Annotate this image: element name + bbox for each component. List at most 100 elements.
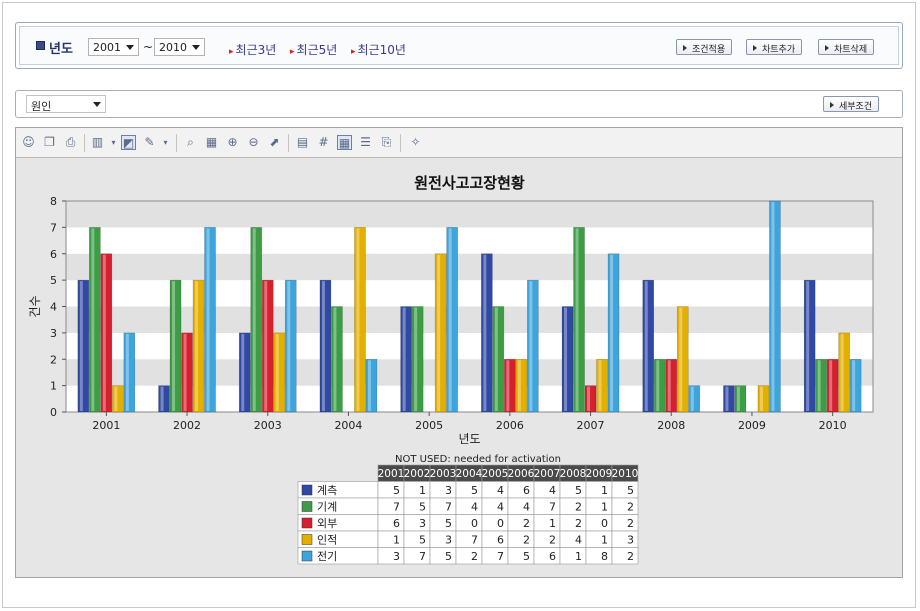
dropdown-arrow-icon[interactable]: ▾: [158, 135, 173, 150]
bar-highlight: [610, 254, 614, 411]
bar: [642, 279, 655, 413]
table-header-label: 2006: [508, 468, 535, 480]
magic-wand-icon[interactable]: ✧: [408, 135, 423, 150]
split-horizontal-icon[interactable]: ⊕: [225, 135, 240, 150]
recent-3y-label: 최근3년: [235, 43, 277, 57]
sub-filter-panel: 원인 세부조건: [15, 90, 903, 118]
export-icon[interactable]: ⬈: [267, 135, 282, 150]
legend-swatch: [301, 550, 313, 562]
recent-5y-link[interactable]: ▸ 최근5년: [290, 41, 337, 58]
table-cell: [377, 497, 405, 515]
x-tick-label: 2007: [577, 419, 605, 432]
chart-area-icon[interactable]: ◩: [121, 135, 136, 150]
bar-highlight: [806, 281, 810, 411]
table-cell: [533, 481, 561, 499]
from-year-select[interactable]: 2001: [88, 38, 139, 56]
bar: [665, 358, 678, 413]
x-tick-label: 2005: [415, 419, 443, 432]
bar: [354, 227, 366, 413]
table-header-label: 2009: [586, 468, 613, 480]
x-tick-label: 2006: [496, 419, 524, 432]
table-cell: [585, 497, 613, 515]
table-value: 1: [393, 534, 400, 547]
x-tick-label: 2001: [92, 419, 120, 432]
chart-container: ☺ ❐ ⎙ ▥ ▾ ◩ ✎ ▾ ⌕ ▦ ⊕ ⊖ ⬈ ▤ # ▦ ☰ ⎘ ✧ 원전…: [15, 127, 903, 578]
y-tick-label: 0: [50, 406, 57, 419]
table-header-label: 2007: [534, 468, 561, 480]
table-cell: [611, 530, 639, 548]
table-value: 7: [471, 534, 478, 547]
legend-label: 기계: [317, 501, 337, 514]
chevron-down-icon: [192, 45, 200, 50]
table-value: 1: [549, 517, 556, 530]
to-year-select[interactable]: 2010: [154, 38, 205, 56]
table-caption: NOT USED: needed for activation: [395, 454, 561, 465]
table-value: 5: [419, 501, 426, 514]
table-cell: [481, 514, 509, 532]
table-header-label: 2004: [456, 468, 483, 480]
table-value: 1: [601, 501, 608, 514]
paint-brush-icon[interactable]: ✎: [142, 135, 157, 150]
split-vertical-icon[interactable]: ⊖: [246, 135, 261, 150]
table-cell: [377, 530, 405, 548]
table-value: 2: [471, 550, 478, 563]
table-value: 4: [575, 534, 582, 547]
table-value: 7: [445, 501, 452, 514]
delete-chart-button[interactable]: 차트삭제: [818, 39, 875, 55]
print-icon[interactable]: ⎙: [63, 135, 78, 150]
table-cell: [403, 530, 431, 548]
play-icon: [683, 45, 687, 51]
grid-icon[interactable]: ▦: [204, 135, 219, 150]
y-tick-label: 4: [50, 301, 57, 314]
table-value: 4: [471, 501, 478, 514]
x-tick-label: 2009: [738, 419, 766, 432]
apply-condition-button[interactable]: 조건적용: [676, 39, 733, 55]
table-header-label: 2005: [482, 468, 509, 480]
category-select[interactable]: 원인: [26, 95, 106, 113]
bar: [89, 227, 101, 413]
abc-labels-icon[interactable]: #: [316, 135, 331, 150]
table-value: 4: [549, 484, 556, 497]
table-value: 7: [419, 550, 426, 563]
table-header-label: 2003: [430, 468, 457, 480]
table-cell: [455, 514, 483, 532]
bar-highlight: [736, 386, 740, 411]
y-tick-label: 7: [50, 221, 57, 234]
bar-highlight: [79, 281, 83, 411]
bar: [181, 332, 193, 413]
bar-chart-type-icon[interactable]: ▥: [90, 135, 105, 150]
recent-10y-link[interactable]: ▸ 최근10년: [351, 41, 406, 58]
bar-highlight: [483, 254, 487, 411]
y-tick-label: 6: [50, 248, 57, 261]
chart-props-icon[interactable]: ▤: [295, 135, 310, 150]
table-cell: [481, 530, 509, 548]
recent-5y-label: 최근5년: [296, 43, 338, 57]
detail-condition-button[interactable]: 세부조건: [823, 96, 880, 112]
preview-icon[interactable]: ⎘: [379, 135, 394, 150]
bar: [504, 358, 516, 413]
table-cell: [533, 497, 561, 515]
bar-highlight: [656, 360, 660, 411]
bar-highlight: [448, 228, 452, 411]
people-icon[interactable]: ☺: [21, 135, 36, 150]
toolbar-divider: [400, 134, 401, 152]
recent-3y-link[interactable]: ▸ 최근3년: [229, 41, 276, 58]
chart-svg: 원전사고고장현황012345678건수2001 2002 2003 2004 2005 2…: [28, 174, 874, 565]
table-toggle-icon[interactable]: ▦: [337, 135, 352, 150]
bar: [769, 200, 781, 413]
copy-icon[interactable]: ❐: [42, 135, 57, 150]
bar: [112, 385, 124, 413]
bar: [365, 358, 378, 413]
zoom-icon[interactable]: ⌕: [183, 135, 198, 150]
dropdown-arrow-icon[interactable]: ▾: [106, 135, 121, 150]
bar-highlight: [690, 386, 694, 411]
table-cell: [611, 547, 639, 565]
table-header-label: 2008: [560, 468, 587, 480]
bar: [492, 306, 505, 413]
bar: [192, 279, 205, 413]
table-value: 2: [523, 517, 530, 530]
table-value: 4: [497, 484, 504, 497]
table-value: 8: [601, 550, 608, 563]
legend-icon[interactable]: ☰: [358, 135, 373, 150]
add-chart-button[interactable]: 차트추가: [746, 39, 803, 55]
